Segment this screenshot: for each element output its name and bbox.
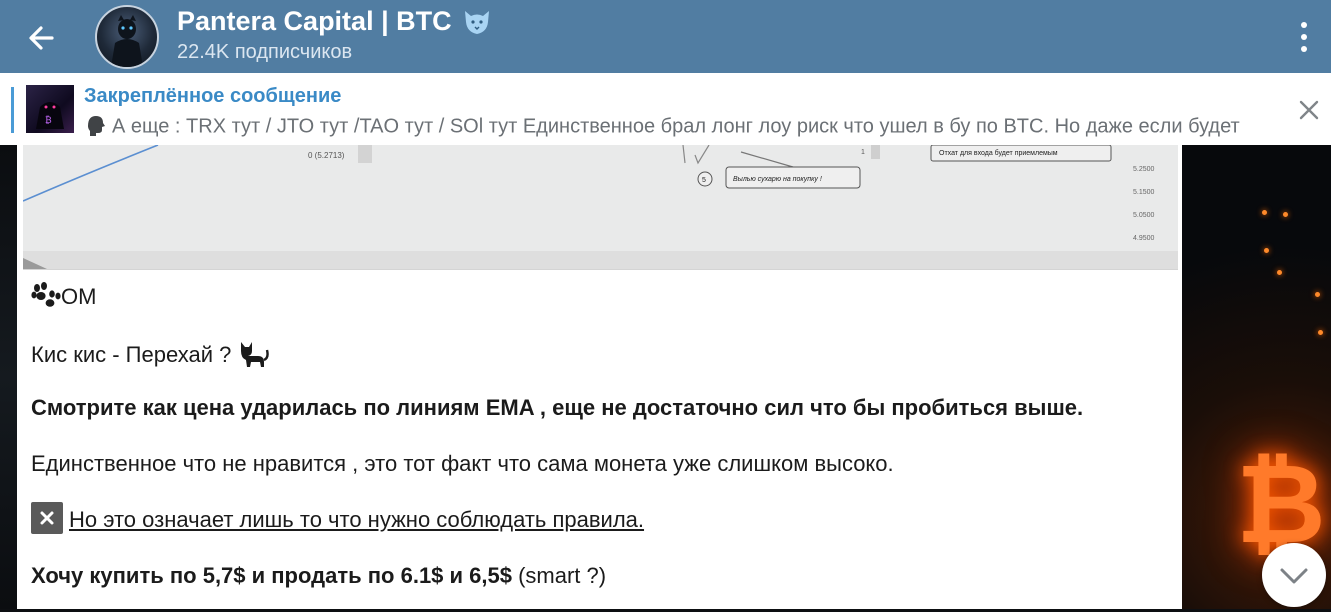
close-icon xyxy=(1299,100,1319,120)
cross-mark-icon xyxy=(31,502,63,534)
chat-wallpaper-left xyxy=(0,145,17,609)
message-line-5: Но это означает лишь то что нужно соблюд… xyxy=(31,502,645,537)
more-vert-icon xyxy=(1301,22,1307,52)
chevron-down-icon xyxy=(1280,568,1308,584)
message-line-2: Кис кис - Перехай ? xyxy=(31,338,270,368)
message-line-6: Хочу купить по 5,7$ и продать по 6.1$ и … xyxy=(31,563,606,589)
chart-circle-label: 5 xyxy=(702,177,706,184)
wallpaper-spark xyxy=(1277,270,1282,275)
back-arrow-icon xyxy=(29,26,54,50)
pinned-thumbnail: ₿ xyxy=(26,85,74,133)
chart-note-1: Отхат для входа будет приемлемым xyxy=(939,149,1058,157)
chat-header: Pantera Capital | BTC 22.4K подписчиков xyxy=(0,0,1331,73)
panther-icon xyxy=(111,15,143,67)
post-chart-image[interactable]: 0 (5.2713) Вылью сухарю на покупку ! 5 1… xyxy=(22,145,1178,270)
message-line-6-rest: (smart ?) xyxy=(511,563,607,588)
channel-post: 0 (5.2713) Вылью сухарю на покупку ! 5 1… xyxy=(17,145,1182,609)
panther-icon: ₿ xyxy=(36,102,64,129)
chart-left-label: 0 (5.2713) xyxy=(308,151,345,160)
wallpaper-spark xyxy=(1315,292,1320,297)
chart-note-2: Вылью сухарю на покупку ! xyxy=(733,176,822,183)
message-line-1-text: ОМ xyxy=(61,284,97,309)
message-line-5-text: Но это означает лишь то что нужно соблюд… xyxy=(69,506,645,532)
wallpaper-spark xyxy=(1264,248,1269,253)
paw-icon xyxy=(31,282,61,307)
panther-head-icon xyxy=(464,10,489,34)
chart-axis-label: 5.2500 xyxy=(1133,166,1155,173)
wallpaper-spark xyxy=(1318,330,1323,335)
message-line-3: Смотрите как цена ударилась по линиям EM… xyxy=(31,395,1084,420)
speech-head-icon xyxy=(84,112,108,142)
close-pinned-button[interactable] xyxy=(1296,97,1322,123)
message-line-1: ОМ xyxy=(31,282,96,310)
pinned-preview-text: А еще : TRX тут / JTO тут /TAO тут / SOl… xyxy=(112,115,1240,138)
message-line-2-text: Кис кис - Перехай ? xyxy=(31,342,232,367)
svg-text:₿: ₿ xyxy=(45,115,52,126)
pinned-title: Закреплённое сообщение xyxy=(84,85,342,107)
chart-small-label: 1 xyxy=(861,149,865,156)
pinned-indicator xyxy=(11,87,14,133)
message-line-6-bold: Хочу купить по 5,7$ и продать по 6.1$ и … xyxy=(31,563,512,588)
chart-image-graphic: 0 (5.2713) Вылью сухарю на покупку ! 5 1… xyxy=(22,145,1178,269)
pinned-preview: А еще : TRX тут / JTO тут /TAO тут / SOl… xyxy=(84,112,1274,142)
chart-axis-label: 5.0500 xyxy=(1133,212,1155,219)
back-button[interactable] xyxy=(22,18,62,58)
subscriber-count: 22.4K подписчиков xyxy=(177,41,353,63)
channel-avatar[interactable] xyxy=(95,5,159,69)
message-line-4: Единственное что не нравится , это тот ф… xyxy=(31,451,894,476)
more-menu-button[interactable] xyxy=(1288,20,1320,54)
wallpaper-spark xyxy=(1262,210,1267,215)
chart-axis-label: 4.9500 xyxy=(1133,235,1155,242)
channel-title[interactable]: Pantera Capital | BTC xyxy=(177,6,492,37)
scroll-to-bottom-button[interactable] xyxy=(1262,543,1326,607)
wallpaper-spark xyxy=(1283,212,1288,217)
cat-icon xyxy=(241,342,270,367)
channel-title-text: Pantera Capital | BTC xyxy=(177,6,452,36)
pinned-message-bar[interactable]: ₿ Закреплённое сообщение А еще : TRX тут… xyxy=(0,73,1331,146)
chart-axis-label: 5.1500 xyxy=(1133,189,1155,196)
